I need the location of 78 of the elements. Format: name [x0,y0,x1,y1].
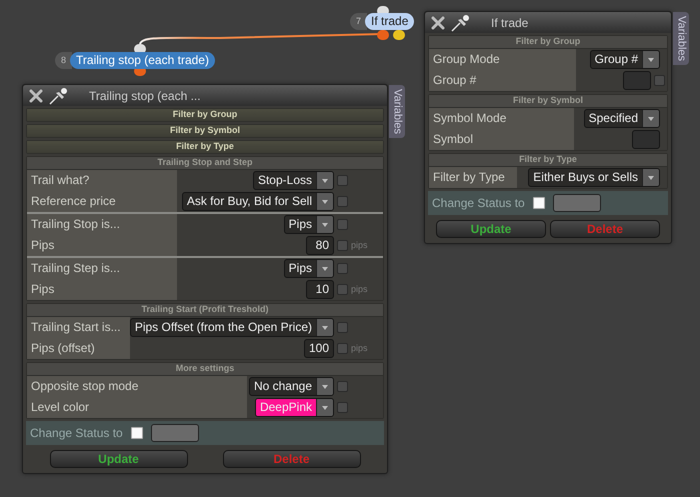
checkbox[interactable] [337,343,348,354]
checkbox[interactable] [654,75,665,86]
input-field[interactable] [150,424,199,442]
dropdown[interactable]: Pips Offset (from the Open Price) [130,318,334,337]
input-field[interactable] [552,194,601,212]
caret-icon[interactable] [321,198,329,204]
caret-icon[interactable] [321,178,329,184]
pin-icon[interactable] [451,14,471,32]
node-number: 7 [350,13,368,30]
field-label: Pips [27,235,177,256]
checkbox[interactable] [337,402,348,413]
status-label: Change Status to [432,195,525,212]
input-field[interactable] [623,71,651,90]
field-label: Opposite stop mode [27,376,247,397]
close-icon[interactable] [431,16,445,30]
caret-icon[interactable] [647,116,655,122]
field-label: Trailing Stop is... [27,214,177,235]
field-label: Filter by Type [429,167,517,188]
panel-title: If trade [491,14,528,32]
unit-label: pips [351,282,369,296]
section-header[interactable]: Filter by Group [27,109,383,121]
checkbox[interactable] [337,322,348,333]
panel-title: Trailing stop (each ... [89,88,201,104]
dropdown[interactable]: Either Buys or Sells [528,168,660,187]
variables-tab[interactable]: Variables [673,12,689,66]
checkbox[interactable] [337,240,348,251]
caret-icon[interactable] [321,404,329,410]
color-swatch: DeepPink [256,399,316,416]
caret-icon[interactable] [647,56,655,62]
checkbox[interactable] [130,427,143,439]
field-label: Trail what? [27,170,177,191]
field-label: Group Mode [429,49,576,70]
section-header[interactable]: Filter by Symbol [27,125,383,137]
update-button[interactable]: Update [436,220,546,238]
dropdown[interactable]: No change [248,377,334,396]
variables-tab[interactable]: Variables [389,85,405,138]
node-number: 8 [55,52,72,69]
section-header[interactable]: Filter by Type [27,141,383,153]
dropdown[interactable]: Specified [584,109,660,128]
input-field[interactable] [632,130,660,149]
field-label: Reference price [27,191,177,212]
checkbox[interactable] [337,219,348,230]
number-field[interactable]: 80 [306,236,334,255]
field-label: Trailing Step is... [27,258,177,279]
close-icon[interactable] [29,88,43,102]
caret-icon[interactable] [321,384,329,390]
node-label[interactable]: If trade [365,13,414,30]
dropdown[interactable]: Group # [590,50,660,69]
caret-icon[interactable] [321,324,329,330]
status-label: Change Status to [30,425,123,442]
number-field[interactable]: 10 [306,280,334,299]
node-label[interactable]: Trailing stop (each trade) [70,52,215,69]
dropdown[interactable]: Pips [284,215,334,234]
unit-label: pips [351,238,369,252]
connector-port[interactable] [393,30,405,40]
checkbox[interactable] [337,196,348,207]
checkbox[interactable] [532,197,545,209]
caret-icon[interactable] [647,174,655,180]
checkbox[interactable] [337,284,348,295]
dropdown[interactable]: Stop-Loss [252,171,334,190]
field-label: Symbol Mode [429,108,574,129]
checkbox[interactable] [337,263,348,274]
number-field[interactable]: 100 [304,339,334,358]
unit-label: pips [351,342,369,355]
field-label: Symbol [429,129,574,150]
caret-icon[interactable] [321,266,329,272]
dropdown[interactable]: Ask for Buy, Bid for Sell [182,192,334,211]
pin-icon[interactable] [49,86,69,104]
update-button[interactable]: Update [50,450,188,468]
checkbox[interactable] [337,381,348,392]
field-label: Trailing Start is... [27,317,130,338]
field-label: Pips (offset) [27,338,130,359]
field-label: Pips [27,279,177,300]
dropdown[interactable]: Pips [284,259,334,278]
caret-icon[interactable] [321,222,329,228]
field-label: Group # [429,70,576,91]
field-label: Level color [27,397,247,418]
checkbox[interactable] [337,175,348,186]
